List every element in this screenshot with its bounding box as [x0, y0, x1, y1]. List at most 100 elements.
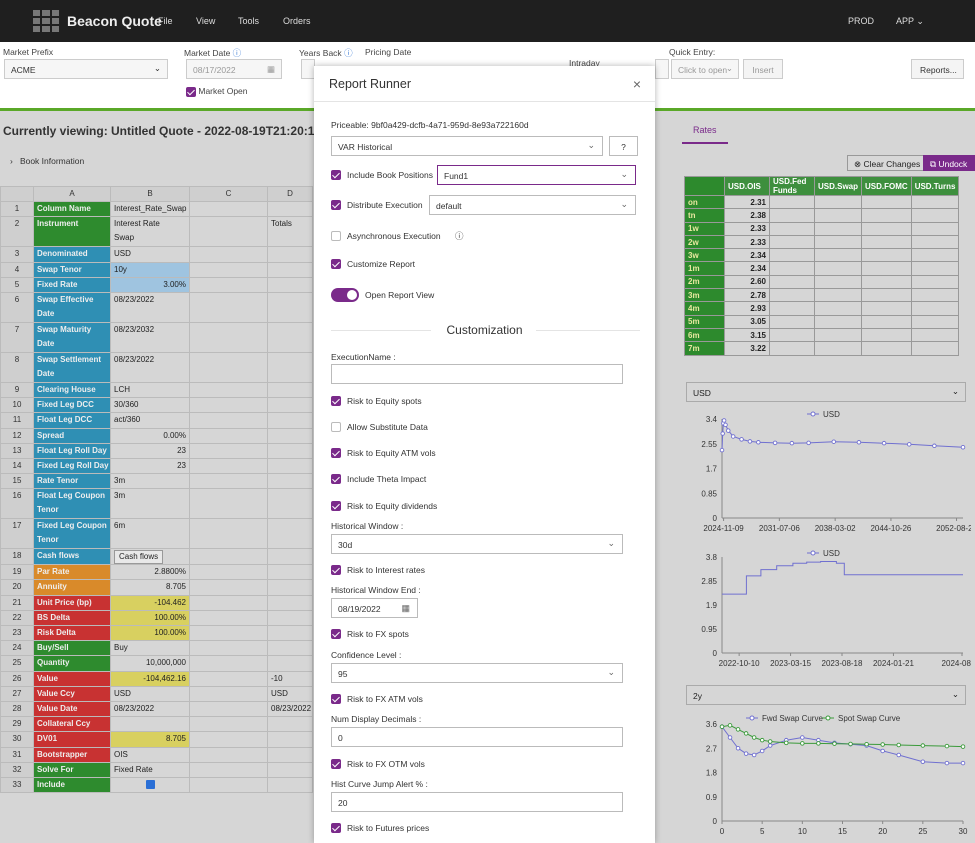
- value-cell[interactable]: Totals: [267, 216, 313, 248]
- value-cell[interactable]: USD: [267, 685, 313, 702]
- info-icon[interactable]: ⓘ: [455, 230, 464, 242]
- value-cell[interactable]: [189, 246, 268, 263]
- value-cell[interactable]: [189, 700, 268, 718]
- value-cell[interactable]: [189, 731, 268, 748]
- table-row[interactable]: 18 Cash flows Cash flows: [0, 548, 313, 566]
- table-row[interactable]: 5 Fixed Rate 3.00%: [0, 276, 313, 293]
- column-header[interactable]: B: [110, 185, 190, 203]
- app-menu[interactable]: APP ⌄: [896, 16, 924, 27]
- value-cell[interactable]: [267, 624, 313, 642]
- value-cell[interactable]: -104,462.16: [110, 670, 190, 687]
- rate-cell[interactable]: 2.78: [724, 288, 770, 303]
- rate-cell[interactable]: [769, 208, 815, 223]
- menu-tools[interactable]: Tools: [238, 16, 259, 26]
- rate-cell[interactable]: 2.33: [724, 221, 770, 236]
- allow-substitute-data-checkbox[interactable]: Allow Substitute Data: [331, 422, 428, 432]
- value-cell[interactable]: [189, 518, 268, 550]
- value-cell[interactable]: [189, 624, 268, 642]
- historical-window-select[interactable]: 30d ⌄: [331, 534, 623, 554]
- historical-window-end-input[interactable]: 08/19/2022 ▦: [331, 598, 418, 618]
- table-row[interactable]: 2w 2.33: [684, 234, 960, 250]
- value-cell[interactable]: [189, 261, 268, 278]
- close-icon[interactable]: ×: [633, 76, 641, 92]
- value-cell[interactable]: 08/23/2022: [110, 700, 190, 718]
- include-checkbox[interactable]: [145, 779, 155, 789]
- value-cell[interactable]: [189, 427, 268, 444]
- table-row[interactable]: 12 Spread 0.00%: [0, 427, 313, 444]
- value-cell[interactable]: 8.705: [110, 579, 190, 596]
- table-row[interactable]: 26 Value -104,462.16 -10: [0, 670, 313, 687]
- rate-cell[interactable]: [769, 301, 815, 316]
- column-header[interactable]: C: [189, 185, 268, 203]
- value-cell[interactable]: 08/23/2022: [267, 700, 313, 718]
- risk-equity-spots-checkbox[interactable]: Risk to Equity spots: [331, 396, 422, 406]
- rate-cell[interactable]: [813, 261, 863, 276]
- rate-cell[interactable]: [861, 194, 912, 210]
- value-cell[interactable]: [267, 655, 313, 672]
- value-cell[interactable]: [189, 457, 268, 475]
- value-cell[interactable]: [189, 276, 268, 293]
- rate-cell[interactable]: [813, 314, 863, 329]
- value-cell[interactable]: [267, 518, 313, 550]
- rate-cell[interactable]: 3.05: [724, 314, 770, 329]
- value-cell[interactable]: Fixed Rate: [110, 761, 190, 778]
- value-cell[interactable]: [267, 564, 313, 581]
- rate-cell[interactable]: [861, 248, 912, 263]
- rate-cell[interactable]: [813, 301, 863, 316]
- rate-cell[interactable]: [813, 194, 863, 210]
- quote-spreadsheet[interactable]: A B C D 1 Column Name Interest_Rate_Swap 2 Instr…: [0, 185, 313, 794]
- value-cell[interactable]: 3.00%: [110, 276, 190, 293]
- value-cell[interactable]: [189, 412, 268, 429]
- value-cell[interactable]: 100.00%: [110, 624, 190, 642]
- book-select[interactable]: Fund1 ⌄: [437, 165, 636, 185]
- value-cell[interactable]: [267, 457, 313, 475]
- value-cell[interactable]: [267, 761, 313, 778]
- value-cell[interactable]: [189, 548, 268, 566]
- table-row[interactable]: 21 Unit Price (bp) -104.462: [0, 594, 313, 611]
- value-cell[interactable]: [267, 594, 313, 611]
- rate-cell[interactable]: [769, 221, 815, 236]
- rate-cell[interactable]: [769, 288, 815, 303]
- value-cell[interactable]: 30/360: [110, 397, 190, 414]
- market-prefix-select[interactable]: ACME ⌄: [4, 59, 168, 79]
- value-cell[interactable]: [189, 216, 268, 248]
- value-cell[interactable]: [189, 746, 268, 763]
- rate-cell[interactable]: [813, 274, 863, 290]
- value-cell[interactable]: [267, 276, 313, 293]
- env-label[interactable]: PROD: [848, 16, 874, 26]
- rate-cell[interactable]: 2.33: [724, 234, 770, 250]
- column-header[interactable]: D: [267, 185, 313, 203]
- table-row[interactable]: 4 Swap Tenor 10y: [0, 261, 313, 278]
- table-row[interactable]: 4m 2.93: [684, 301, 960, 316]
- rate-cell[interactable]: [813, 234, 863, 250]
- table-row[interactable]: 27 Value Ccy USD USD: [0, 685, 313, 702]
- table-row[interactable]: 13 Float Leg Roll Day 23: [0, 442, 313, 459]
- distribute-select[interactable]: default ⌄: [429, 195, 636, 215]
- table-row[interactable]: 2m 2.60: [684, 274, 960, 290]
- rate-cell[interactable]: [813, 288, 863, 303]
- table-row[interactable]: 28 Value Date 08/23/2022 08/23/2022: [0, 700, 313, 718]
- value-cell[interactable]: [189, 291, 268, 323]
- table-row[interactable]: 33 Include: [0, 776, 313, 794]
- rate-cell[interactable]: [910, 327, 960, 343]
- value-cell[interactable]: [110, 776, 190, 794]
- risk-fx-atm-checkbox[interactable]: Risk to FX ATM vols: [331, 694, 423, 704]
- rate-cell[interactable]: [861, 261, 912, 276]
- value-cell[interactable]: [267, 351, 313, 383]
- table-row[interactable]: 1 Column Name Interest_Rate_Swap: [0, 201, 313, 218]
- legend-item[interactable]: Spot Swap Curve: [822, 714, 901, 723]
- value-cell[interactable]: act/360: [110, 412, 190, 429]
- table-row[interactable]: 1m 2.34: [684, 261, 960, 276]
- value-cell[interactable]: [267, 473, 313, 490]
- rate-column-header[interactable]: USD.Swap: [813, 176, 863, 196]
- curve-select-usd[interactable]: USD ⌄: [686, 382, 966, 402]
- value-cell[interactable]: [189, 640, 268, 657]
- rate-cell[interactable]: [769, 327, 815, 343]
- undock-button[interactable]: ⧉ Undock: [923, 155, 975, 171]
- value-cell[interactable]: [189, 594, 268, 611]
- rate-column-header[interactable]: USD.Fed Funds: [769, 176, 815, 196]
- rate-cell[interactable]: [910, 288, 960, 303]
- rate-cell[interactable]: 2.93: [724, 301, 770, 316]
- table-row[interactable]: 24 Buy/Sell Buy: [0, 640, 313, 657]
- insert-button[interactable]: Insert: [743, 59, 783, 79]
